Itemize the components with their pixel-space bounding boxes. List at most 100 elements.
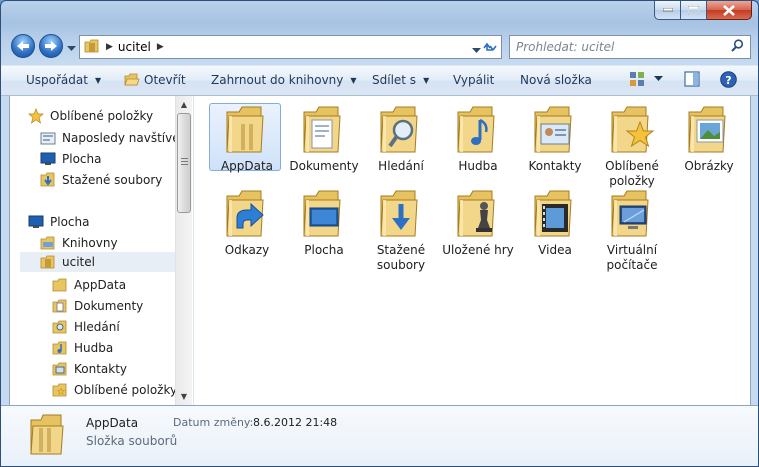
file-item[interactable]: Virtuální počítače bbox=[595, 188, 669, 273]
search-input[interactable]: Prohledat: ucitel bbox=[509, 35, 751, 59]
nav-item-appdata[interactable]: AppData bbox=[52, 275, 126, 295]
address-bar[interactable]: ▶ ucitel ▶ bbox=[79, 35, 502, 59]
file-item[interactable]: Obrázky bbox=[672, 104, 746, 174]
file-item[interactable]: Dokumenty bbox=[287, 104, 361, 174]
file-item-name: Uložené hry bbox=[442, 243, 514, 257]
preview-pane-icon bbox=[684, 71, 700, 87]
include-in-library-label: Zahrnout do knihovny bbox=[211, 73, 344, 87]
favorites-folder-icon bbox=[604, 104, 660, 156]
pane-splitter[interactable] bbox=[193, 96, 194, 405]
file-item-label: Obrázky bbox=[684, 159, 733, 174]
new-folder-button[interactable]: Nová složka bbox=[520, 73, 592, 87]
nav-pane-scrollbar[interactable]: ▲ ▼ bbox=[175, 96, 192, 405]
nav-item-desktop-fav[interactable]: Plocha bbox=[40, 149, 101, 169]
user-folder-icon bbox=[40, 254, 56, 270]
recent-pages-dropdown[interactable] bbox=[67, 41, 76, 55]
change-view-button[interactable] bbox=[629, 71, 645, 87]
file-item[interactable]: Oblíbené položky bbox=[595, 104, 669, 189]
breadcrumb-separator[interactable]: ▶ bbox=[106, 42, 113, 52]
breadcrumb-separator[interactable]: ▶ bbox=[157, 42, 164, 52]
preview-pane-button[interactable] bbox=[684, 71, 700, 87]
chevron-down-icon: ▼ bbox=[350, 75, 357, 85]
file-item-name: Odkazy bbox=[224, 243, 270, 257]
nav-item-downloads[interactable]: Stažené soubory bbox=[40, 170, 162, 190]
minimize-button[interactable] bbox=[654, 1, 681, 20]
pictures-folder-icon bbox=[681, 104, 737, 156]
share-with-button[interactable]: Sdílet s ▼ bbox=[372, 73, 429, 87]
nav-desktop-header[interactable]: Plocha bbox=[28, 212, 89, 232]
arrow-left-icon bbox=[17, 41, 29, 51]
file-item-label: Videa bbox=[538, 243, 572, 258]
recent-places-icon bbox=[40, 130, 56, 146]
grip-icon bbox=[181, 158, 188, 167]
nav-item-music[interactable]: Hudba bbox=[52, 338, 113, 358]
scroll-up-button[interactable]: ▲ bbox=[176, 96, 192, 113]
nav-item-label: Hudba bbox=[74, 341, 114, 355]
file-item[interactable]: Stažené soubory bbox=[364, 188, 438, 273]
file-item[interactable]: Hledání bbox=[364, 104, 438, 174]
file-item[interactable]: Plocha bbox=[287, 188, 361, 258]
nav-item-label: Plocha bbox=[62, 152, 102, 166]
nav-item-favorites[interactable]: Oblíbené položky bbox=[52, 380, 177, 400]
nav-item-searches[interactable]: Hledání bbox=[52, 317, 120, 337]
file-item-label: Plocha bbox=[304, 243, 343, 258]
file-item[interactable]: AppData bbox=[209, 103, 284, 174]
open-label: Otevřít bbox=[144, 73, 186, 87]
contacts-folder-icon bbox=[527, 104, 583, 156]
navigation-pane: Oblíbené položky Naposledy navštívené Pl… bbox=[10, 96, 184, 405]
include-in-library-button[interactable]: Zahrnout do knihovny ▼ bbox=[211, 73, 357, 87]
file-item-name: Hledání bbox=[378, 159, 424, 173]
scroll-thumb[interactable] bbox=[177, 113, 191, 213]
links-folder-icon bbox=[219, 188, 275, 240]
appdata-folder-icon bbox=[29, 412, 65, 459]
open-folder-icon bbox=[124, 73, 140, 87]
user-folder-icon bbox=[84, 38, 100, 57]
file-item-name: Kontakty bbox=[528, 159, 582, 173]
close-button[interactable] bbox=[707, 1, 752, 20]
organize-button[interactable]: Uspořádat ▼ bbox=[26, 73, 101, 87]
organize-label: Uspořádat bbox=[26, 73, 88, 87]
nav-item-label: ucitel bbox=[62, 255, 95, 269]
file-item[interactable]: Odkazy bbox=[210, 188, 284, 258]
title-bar bbox=[1, 1, 758, 29]
forward-button[interactable] bbox=[39, 34, 63, 58]
details-date-value: 8.6.2012 21:48 bbox=[253, 416, 338, 429]
file-item[interactable]: Videa bbox=[518, 188, 592, 258]
file-item[interactable]: Uložené hry bbox=[441, 188, 515, 258]
back-button[interactable] bbox=[11, 34, 35, 58]
breadcrumb-current[interactable]: ucitel bbox=[118, 40, 151, 54]
nav-item-documents[interactable]: Dokumenty bbox=[52, 296, 143, 316]
maximize-button[interactable] bbox=[681, 1, 707, 20]
nav-item-label: Stažené soubory bbox=[62, 173, 163, 187]
chevron-down-icon: ▼ bbox=[423, 75, 430, 85]
open-button[interactable]: Otevřít bbox=[124, 73, 186, 87]
nav-item-label: Kontakty bbox=[74, 362, 128, 376]
nav-item-contacts[interactable]: Kontakty bbox=[52, 359, 127, 379]
nav-item-recent-places[interactable]: Naposledy navštívené bbox=[40, 128, 184, 148]
burn-button[interactable]: Vypálit bbox=[453, 73, 494, 87]
nav-favorites-header[interactable]: Oblíbené položky bbox=[28, 106, 153, 126]
file-item[interactable]: Kontakty bbox=[518, 104, 592, 174]
chevron-down-icon: ▼ bbox=[94, 75, 102, 85]
nav-item-libraries[interactable]: Knihovny bbox=[40, 233, 118, 253]
file-item-label: Hledání bbox=[378, 159, 424, 174]
desktop-folder-icon bbox=[296, 188, 352, 240]
nav-item-ucitel[interactable]: ucitel bbox=[20, 252, 175, 272]
burn-label: Vypálit bbox=[453, 73, 495, 87]
maximize-icon bbox=[688, 5, 699, 15]
nav-item-label: Knihovny bbox=[62, 236, 118, 250]
documents-icon bbox=[52, 298, 68, 314]
saved-games-folder-icon bbox=[450, 188, 506, 240]
search-icon[interactable] bbox=[731, 39, 744, 55]
virtual-machines-folder-icon bbox=[604, 188, 660, 240]
scroll-down-button[interactable]: ▼ bbox=[176, 388, 192, 405]
refresh-button[interactable] bbox=[478, 36, 502, 58]
view-options-dropdown[interactable] bbox=[654, 76, 663, 82]
file-item[interactable]: Hudba bbox=[441, 104, 515, 174]
file-item-name: Oblíbené bbox=[605, 159, 659, 173]
help-button[interactable]: ? bbox=[720, 71, 737, 88]
share-with-label: Sdílet s bbox=[372, 73, 417, 87]
details-name: AppData bbox=[86, 416, 139, 430]
star-icon bbox=[28, 108, 44, 124]
file-item-name: Dokumenty bbox=[289, 159, 359, 173]
